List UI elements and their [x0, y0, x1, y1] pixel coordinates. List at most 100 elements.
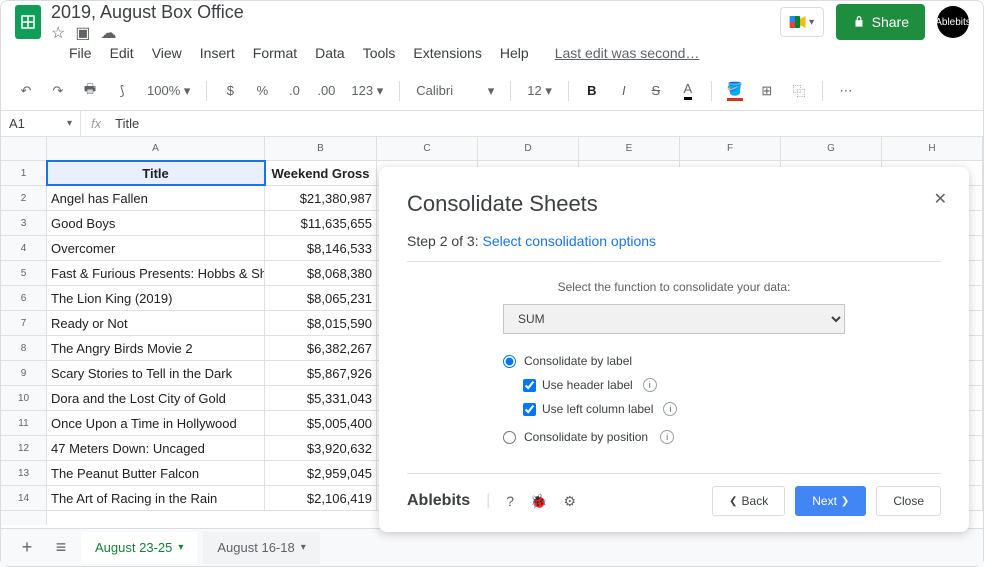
row-header[interactable]: 2 [1, 186, 46, 211]
checkbox-left-column[interactable] [523, 403, 536, 416]
col-header[interactable]: F [680, 137, 781, 161]
last-edit-link[interactable]: Last edit was second… [547, 41, 708, 65]
cell[interactable]: Once Upon a Time in Hollywood [47, 411, 265, 435]
select-all-corner[interactable] [1, 137, 46, 161]
paint-format-button[interactable]: ⟆ [109, 78, 135, 104]
name-box[interactable]: A1▾ [1, 111, 81, 136]
cell[interactable]: $21,380,987 [265, 186, 377, 210]
cell[interactable]: The Peanut Butter Falcon [47, 461, 265, 485]
star-icon[interactable]: ☆ [51, 23, 65, 43]
share-button[interactable]: Share [836, 4, 925, 40]
cell[interactable]: $5,867,926 [265, 361, 377, 385]
cell[interactable]: Dora and the Lost City of Gold [47, 386, 265, 410]
radio-by-position[interactable] [503, 431, 516, 444]
menu-help[interactable]: Help [492, 41, 537, 65]
menu-tools[interactable]: Tools [355, 41, 404, 65]
move-icon[interactable]: ▣ [75, 23, 90, 43]
cell[interactable]: Overcomer [47, 236, 265, 260]
menu-view[interactable]: View [144, 41, 190, 65]
document-title[interactable]: 2019, August Box Office [51, 2, 244, 22]
cell[interactable]: 47 Meters Down: Uncaged [47, 436, 265, 460]
cell[interactable]: Fast & Furious Presents: Hobbs & Shaw [47, 261, 265, 285]
increase-decimal-button[interactable]: .00 [313, 78, 339, 104]
col-header[interactable]: H [882, 137, 983, 161]
sheets-logo[interactable] [15, 5, 41, 39]
close-icon[interactable]: ✕ [934, 189, 947, 209]
row-header[interactable]: 5 [1, 261, 46, 286]
cell[interactable]: $2,106,419 [265, 486, 377, 510]
italic-button[interactable]: I [611, 78, 637, 104]
cell[interactable]: The Art of Racing in the Rain [47, 486, 265, 510]
cell[interactable]: The Angry Birds Movie 2 [47, 336, 265, 360]
row-header[interactable]: 13 [1, 461, 46, 486]
number-format-button[interactable]: 123 ▾ [345, 83, 389, 99]
col-header[interactable]: B [265, 137, 377, 161]
cell[interactable]: $8,068,380 [265, 261, 377, 285]
radio-by-label[interactable] [503, 355, 516, 368]
sheet-tab[interactable]: August 16-18 ▾ [203, 532, 319, 564]
row-header[interactable]: 3 [1, 211, 46, 236]
col-header[interactable]: E [579, 137, 680, 161]
col-header[interactable]: C [377, 137, 478, 161]
cell[interactable]: The Lion King (2019) [47, 286, 265, 310]
row-header[interactable]: 9 [1, 361, 46, 386]
help-icon[interactable]: ? [506, 493, 514, 509]
next-button[interactable]: Next❯ [795, 486, 866, 516]
row-header[interactable]: 14 [1, 486, 46, 511]
add-sheet-button[interactable]: + [13, 534, 41, 562]
decrease-decimal-button[interactable]: .0 [281, 78, 307, 104]
cell[interactable]: Weekend Gross [265, 161, 377, 185]
meet-button[interactable]: ▾ [780, 7, 824, 37]
info-icon[interactable]: i [660, 430, 674, 444]
row-header[interactable]: 4 [1, 236, 46, 261]
function-select[interactable]: SUM [503, 304, 845, 334]
info-icon[interactable]: i [663, 402, 677, 416]
menu-format[interactable]: Format [245, 41, 305, 65]
row-header[interactable]: 7 [1, 311, 46, 336]
checkbox-header-label[interactable] [523, 379, 536, 392]
formula-input[interactable]: Title [111, 116, 983, 131]
col-header[interactable]: G [781, 137, 882, 161]
row-header[interactable]: 12 [1, 436, 46, 461]
merge-button[interactable]: ⿻ [786, 78, 812, 104]
all-sheets-button[interactable]: ≡ [47, 534, 75, 562]
step-link[interactable]: Select consolidation options [483, 233, 657, 249]
info-icon[interactable]: i [643, 378, 657, 392]
cell[interactable]: $11,635,655 [265, 211, 377, 235]
font-select[interactable]: Calibri ▾ [410, 83, 500, 99]
fill-color-button[interactable]: 🪣 [722, 78, 748, 104]
account-avatar[interactable]: Ablebits [937, 6, 969, 38]
borders-button[interactable]: ⊞ [754, 78, 780, 104]
cell[interactable]: $8,146,533 [265, 236, 377, 260]
close-button[interactable]: Close [876, 486, 941, 516]
cell[interactable]: $2,959,045 [265, 461, 377, 485]
menu-file[interactable]: File [61, 41, 100, 65]
cell[interactable]: Good Boys [47, 211, 265, 235]
back-button[interactable]: ❮Back [712, 486, 785, 516]
text-color-button[interactable]: A [675, 78, 701, 104]
col-header[interactable]: D [478, 137, 579, 161]
cell[interactable]: Title [47, 161, 265, 185]
cell[interactable]: $8,065,231 [265, 286, 377, 310]
cell[interactable]: Scary Stories to Tell in the Dark [47, 361, 265, 385]
bold-button[interactable]: B [579, 78, 605, 104]
undo-button[interactable]: ↶ [13, 78, 39, 104]
more-toolbar-button[interactable]: ⋯ [833, 78, 859, 104]
menu-edit[interactable]: Edit [102, 41, 142, 65]
cell[interactable]: $6,382,267 [265, 336, 377, 360]
percent-button[interactable]: % [249, 78, 275, 104]
cell[interactable]: $5,331,043 [265, 386, 377, 410]
row-header[interactable]: 10 [1, 386, 46, 411]
strikethrough-button[interactable]: S [643, 78, 669, 104]
font-size-input[interactable]: 12 ▾ [521, 83, 558, 99]
col-header[interactable]: A [47, 137, 265, 161]
cell[interactable]: $3,920,632 [265, 436, 377, 460]
menu-extensions[interactable]: Extensions [405, 41, 489, 65]
menu-insert[interactable]: Insert [192, 41, 243, 65]
row-header[interactable]: 1 [1, 161, 46, 186]
cell[interactable]: Ready or Not [47, 311, 265, 335]
cell[interactable]: $8,015,590 [265, 311, 377, 335]
cloud-icon[interactable]: ☁ [100, 23, 116, 43]
settings-icon[interactable]: ⚙ [564, 493, 577, 510]
row-header[interactable]: 8 [1, 336, 46, 361]
